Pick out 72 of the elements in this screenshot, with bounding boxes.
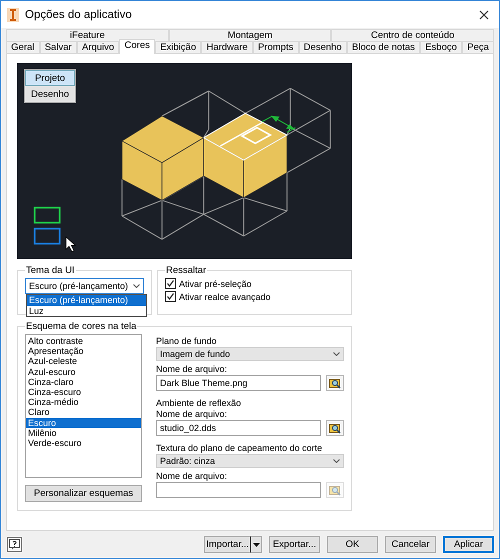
field-label: Nome de arquivo: — [156, 471, 228, 482]
list-item[interactable]: Escuro — [26, 418, 141, 428]
dropdown[interactable]: Imagem de fundo — [156, 347, 344, 361]
tab-group-header[interactable]: Montagem — [168, 29, 332, 41]
folder-search-icon — [329, 422, 341, 434]
app-icon — [7, 8, 19, 22]
chevron-down-icon — [333, 352, 340, 356]
window-title: Opções do aplicativo — [25, 8, 133, 20]
group-title: Ressaltar — [165, 265, 208, 276]
tab[interactable]: Peça — [462, 41, 494, 54]
file-name-field[interactable] — [156, 482, 321, 498]
field-label: Plano de fundo — [156, 336, 218, 347]
list-item[interactable]: Azul-celeste — [26, 356, 141, 367]
view-button[interactable]: Desenho — [25, 86, 75, 102]
dropdown-option[interactable]: Luz — [27, 306, 146, 316]
field-label: Nome de arquivo: — [156, 409, 228, 420]
dialog-button[interactable]: Cancelar — [385, 536, 436, 553]
customize-button[interactable]: Personalizar esquemas — [25, 485, 142, 502]
file-name-field[interactable]: Dark Blue Theme.png — [156, 375, 321, 391]
group-title: Tema da UI — [25, 265, 76, 276]
list-item[interactable]: Azul-escuro — [26, 366, 141, 377]
group-title: Esquema de cores na tela — [25, 321, 138, 332]
list-item[interactable]: Cinza-claro — [26, 376, 141, 388]
help-button[interactable] — [7, 537, 22, 552]
triangle-down-icon — [252, 542, 260, 546]
apply-button[interactable]: Aplicar — [443, 536, 494, 553]
browse-button[interactable] — [326, 375, 344, 391]
view-button[interactable]: Projeto — [25, 70, 75, 86]
dimension-arrow — [262, 116, 296, 133]
selection-swatch — [34, 228, 60, 244]
dialog-button[interactable]: OK — [327, 536, 378, 553]
help-icon — [9, 539, 20, 550]
checkbox[interactable] — [165, 291, 176, 302]
dropdown[interactable]: Padrão: cinza — [156, 454, 344, 468]
import-button[interactable]: Importar... — [204, 536, 250, 553]
file-name-field[interactable]: studio_02.dds — [156, 420, 321, 436]
chevron-down-icon — [333, 459, 340, 463]
chevron-down-icon — [133, 284, 140, 288]
tab[interactable]: Bloco de notas — [346, 41, 420, 54]
folder-search-icon — [329, 484, 341, 496]
tab[interactable]: Prompts — [252, 41, 299, 54]
dialog-button[interactable]: Exportar... — [269, 536, 320, 553]
tab-group-header[interactable]: Centro de conteúdo — [331, 29, 494, 41]
list-item[interactable]: Verde-escuro — [26, 438, 141, 448]
list-item[interactable]: Alto contraste — [26, 336, 141, 346]
tab[interactable]: Exibição — [155, 41, 202, 54]
browse-button[interactable] — [326, 420, 344, 436]
tab-group-header[interactable]: iFeature — [6, 29, 169, 41]
tab[interactable]: Hardware — [201, 41, 253, 54]
section-label: Textura do plano de capeamento do corte — [156, 443, 324, 454]
theme-dropdown[interactable]: Escuro (pré-lançamento) — [25, 278, 144, 294]
checkbox-label: Ativar realce avançado — [179, 292, 271, 302]
checkbox[interactable] — [165, 278, 176, 289]
list-item[interactable]: Cinza-escuro — [26, 387, 141, 398]
list-item[interactable]: Claro — [26, 407, 141, 418]
dropdown-option[interactable]: Escuro (pré-lançamento) — [27, 295, 146, 306]
folder-search-icon — [329, 378, 341, 388]
close-icon[interactable] — [479, 10, 489, 20]
cursor-icon — [66, 236, 76, 252]
checkbox-label: Ativar pré-seleção — [179, 278, 252, 288]
list-item[interactable]: Apresentação — [26, 346, 141, 356]
tab[interactable]: Salvar — [40, 41, 77, 54]
tab[interactable]: Desenho — [298, 41, 347, 54]
list-item[interactable]: Milênio — [26, 428, 141, 438]
list-item[interactable]: Cinza-médio — [26, 397, 141, 408]
selection-swatch — [34, 206, 60, 224]
section-label: Ambiente de reflexão — [156, 398, 242, 409]
tab[interactable]: Esboço — [420, 41, 462, 54]
tab[interactable]: Arquivo — [76, 41, 120, 54]
split-arrow-button[interactable] — [250, 536, 262, 553]
tab[interactable]: Geral — [6, 41, 40, 54]
field-label: Nome de arquivo: — [156, 364, 228, 375]
